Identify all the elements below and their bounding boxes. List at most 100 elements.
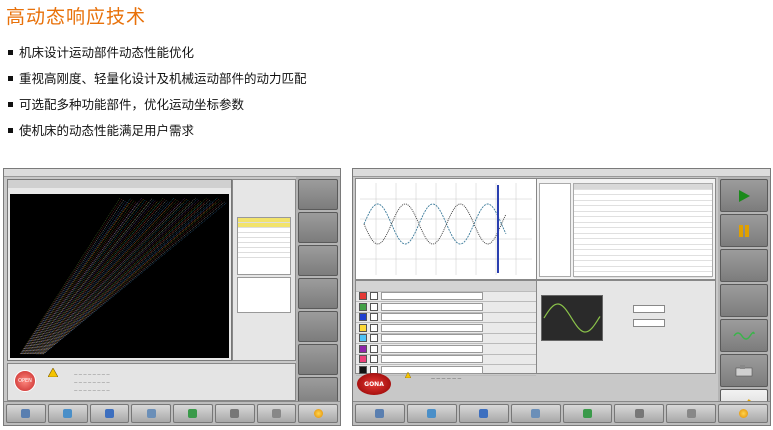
toolbar-button[interactable] bbox=[256, 404, 297, 423]
channel-checkbox[interactable] bbox=[370, 292, 378, 301]
bottom-toolbar bbox=[4, 401, 340, 425]
toolbar-button[interactable] bbox=[6, 404, 46, 423]
channel-name-field[interactable] bbox=[381, 334, 483, 343]
channel-name-field[interactable] bbox=[381, 344, 483, 353]
value-box[interactable] bbox=[237, 277, 291, 313]
softkey-button[interactable] bbox=[298, 179, 338, 210]
channel-row[interactable] bbox=[356, 313, 536, 323]
channel-row[interactable] bbox=[356, 323, 536, 334]
parameter-table[interactable] bbox=[573, 183, 713, 289]
toolbar-button[interactable] bbox=[510, 404, 561, 423]
list-item[interactable] bbox=[238, 253, 290, 258]
bullet-icon bbox=[8, 102, 13, 107]
toolbar-button[interactable] bbox=[666, 404, 717, 423]
wave-preview-window bbox=[536, 280, 716, 374]
feature-item: 重视高刚度、轻量化设计及机械运动部件的动力匹配 bbox=[6, 66, 307, 92]
toolbar-button[interactable] bbox=[47, 404, 88, 423]
channel-checkbox[interactable] bbox=[370, 334, 378, 343]
toolbar-button[interactable] bbox=[614, 404, 665, 423]
settings-icon bbox=[582, 409, 592, 418]
status-area: OPEN — — — — — — — — — — — — — — — — — —… bbox=[7, 363, 296, 401]
toolbar-button[interactable] bbox=[298, 404, 338, 423]
amplitude-input[interactable] bbox=[633, 305, 666, 313]
sine-preview bbox=[541, 295, 603, 341]
toolbar-button[interactable] bbox=[458, 404, 509, 423]
window-titlebar bbox=[4, 169, 340, 177]
softkey-column bbox=[718, 177, 770, 425]
tool-icon bbox=[531, 409, 541, 418]
response-plot-window bbox=[7, 179, 232, 361]
softkey-button[interactable] bbox=[298, 245, 338, 276]
program-icon bbox=[427, 409, 437, 418]
brand-badge: OPEN bbox=[14, 370, 36, 392]
frequency-field bbox=[625, 319, 666, 327]
waveform-icon bbox=[733, 331, 755, 340]
brand-logo: GONA bbox=[357, 373, 391, 395]
hand-icon bbox=[479, 409, 489, 418]
window-titlebar bbox=[353, 169, 770, 177]
channel-row[interactable] bbox=[356, 302, 536, 313]
channel-checkbox[interactable] bbox=[370, 344, 378, 353]
waveform-button[interactable] bbox=[720, 319, 768, 352]
channel-color-swatch bbox=[359, 313, 367, 322]
channel-row[interactable] bbox=[356, 344, 536, 355]
channel-name-field[interactable] bbox=[381, 355, 483, 364]
channel-checkbox[interactable] bbox=[370, 323, 378, 332]
axis-info-panel bbox=[232, 179, 296, 361]
axis-list[interactable] bbox=[237, 217, 291, 275]
pause-button[interactable] bbox=[720, 214, 768, 247]
toolbar-button[interactable] bbox=[89, 404, 130, 423]
channel-color-swatch bbox=[359, 323, 367, 332]
cursor-marker bbox=[497, 185, 499, 273]
channel-color-swatch bbox=[359, 344, 367, 353]
softkey-button[interactable] bbox=[720, 249, 768, 282]
parameter-tree[interactable] bbox=[539, 183, 571, 277]
machine-icon bbox=[735, 364, 753, 376]
page-title: 高动态响应技术 bbox=[6, 6, 147, 28]
channel-name-field[interactable] bbox=[381, 323, 483, 332]
channel-row[interactable] bbox=[356, 355, 536, 365]
channel-list bbox=[355, 280, 537, 376]
channel-row[interactable] bbox=[356, 292, 536, 302]
channel-name-field[interactable] bbox=[381, 302, 483, 311]
status-line: — — — — — — — — bbox=[74, 380, 110, 384]
feature-item: 机床设计运动部件动态性能优化 bbox=[6, 40, 307, 66]
softkey-button[interactable] bbox=[298, 344, 338, 375]
machine-view-button[interactable] bbox=[720, 354, 768, 387]
parameter-window bbox=[536, 178, 716, 289]
channel-checkbox[interactable] bbox=[370, 355, 378, 364]
channel-color-swatch bbox=[359, 334, 367, 343]
toolbar-button[interactable] bbox=[718, 404, 768, 423]
softkey-button[interactable] bbox=[298, 311, 338, 342]
channel-name-field[interactable] bbox=[381, 292, 483, 301]
channel-row[interactable] bbox=[356, 334, 536, 344]
toolbar-button[interactable] bbox=[355, 404, 405, 423]
response-plot bbox=[10, 194, 229, 358]
channel-name-field[interactable] bbox=[381, 365, 483, 374]
amplitude-field bbox=[625, 305, 666, 313]
toolbar-button[interactable] bbox=[173, 404, 213, 423]
channel-checkbox[interactable] bbox=[370, 313, 378, 322]
channel-name-field[interactable] bbox=[381, 313, 483, 322]
play-icon bbox=[739, 189, 750, 202]
softkey-button[interactable] bbox=[720, 284, 768, 317]
frequency-input[interactable] bbox=[633, 319, 666, 327]
maintenance-icon bbox=[686, 409, 696, 418]
tool-icon bbox=[146, 409, 156, 418]
play-button[interactable] bbox=[720, 179, 768, 212]
machine-icon bbox=[21, 409, 31, 418]
feature-list: 机床设计运动部件动态性能优化 重视高刚度、轻量化设计及机械运动部件的动力匹配 可… bbox=[6, 40, 307, 144]
channel-header bbox=[356, 281, 536, 292]
channel-checkbox[interactable] bbox=[370, 302, 378, 311]
toolbar-button[interactable] bbox=[214, 404, 255, 423]
softkey-button[interactable] bbox=[298, 212, 338, 243]
toolbar-button[interactable] bbox=[406, 404, 457, 423]
toolbar-button[interactable] bbox=[131, 404, 171, 423]
maintenance-icon bbox=[271, 409, 281, 418]
cnc-screenshot-left: OPEN — — — — — — — — — — — — — — — — — —… bbox=[3, 168, 341, 426]
diagnostic-icon bbox=[230, 409, 240, 418]
toolbar-button[interactable] bbox=[562, 404, 613, 423]
sine-graph-window bbox=[355, 178, 537, 280]
plot-titlebar bbox=[8, 180, 231, 188]
softkey-button[interactable] bbox=[298, 278, 338, 309]
